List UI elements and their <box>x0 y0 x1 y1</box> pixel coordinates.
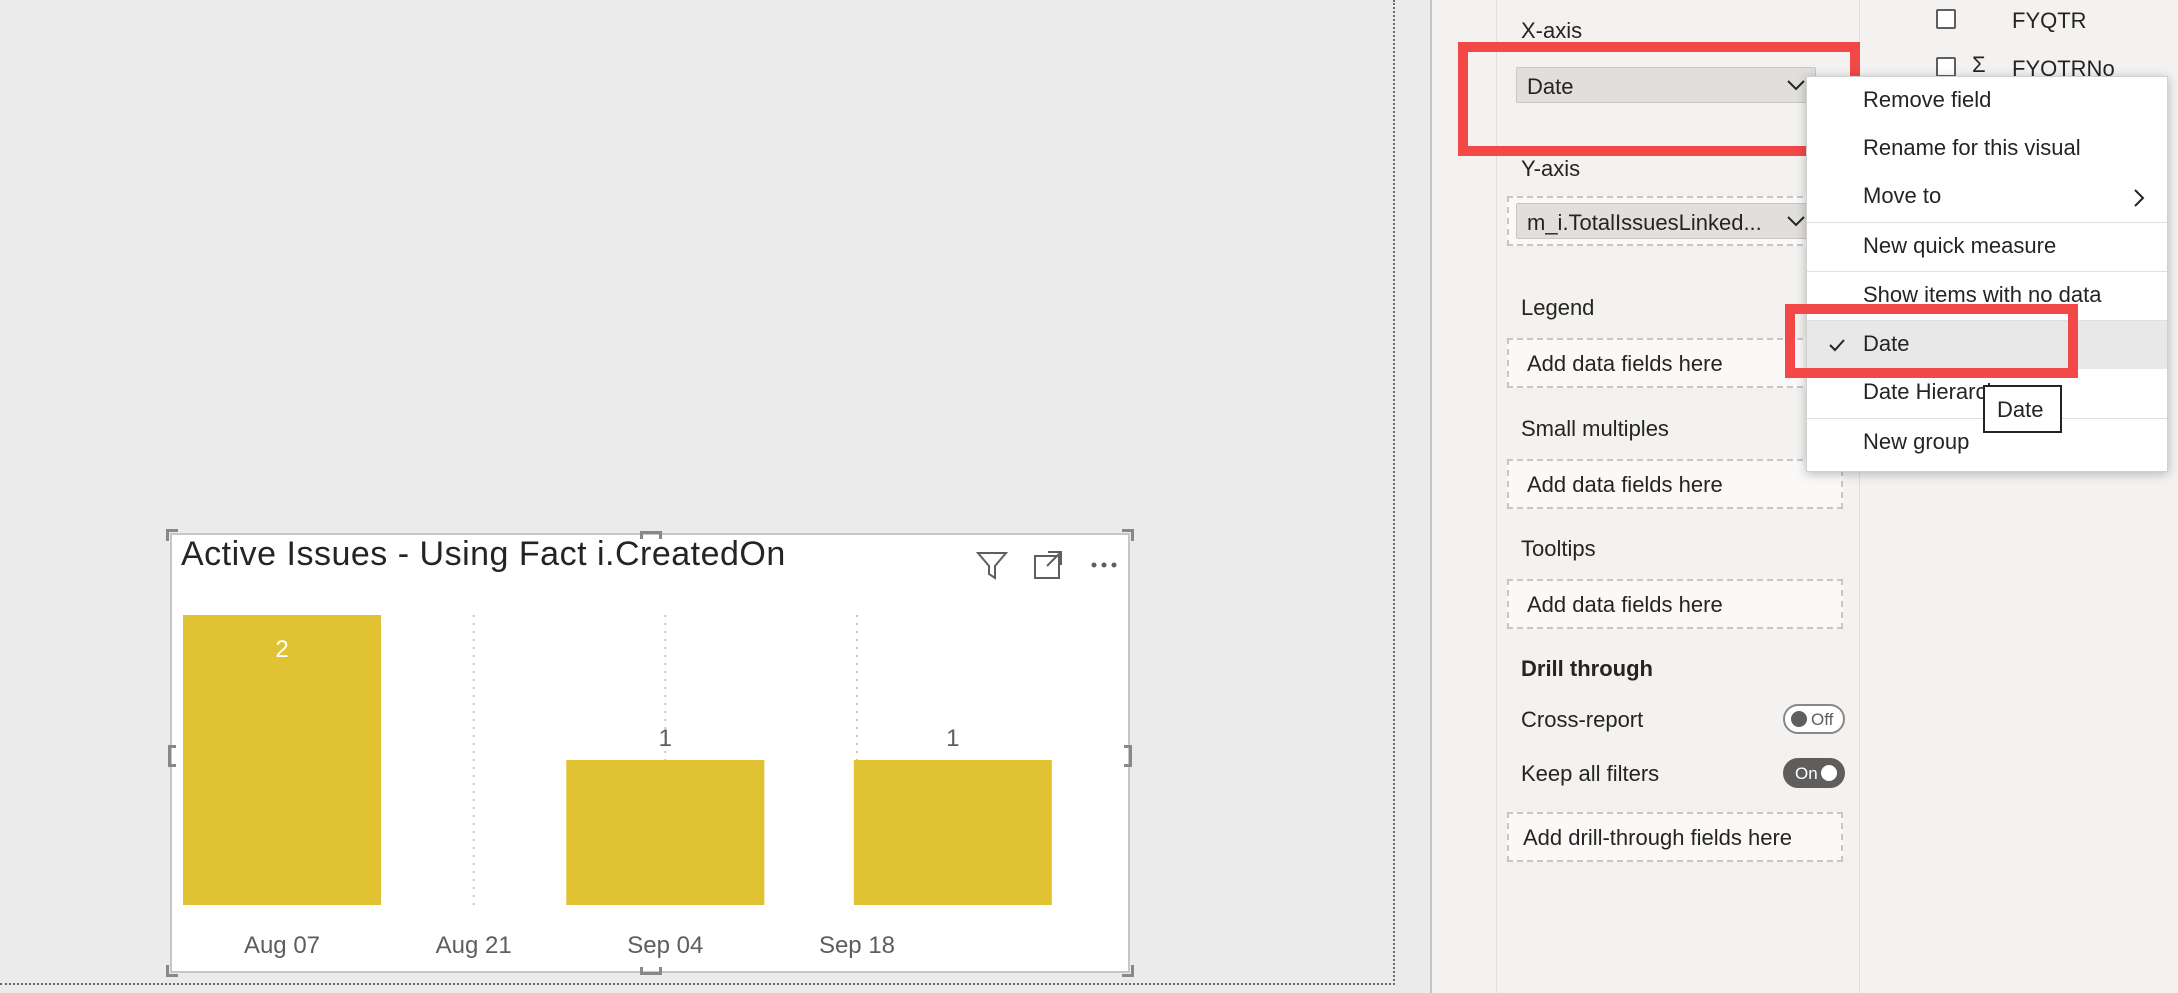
bar-chart-visual[interactable]: Active Issues - Using Fact i.CreatedOn 2… <box>166 529 1134 977</box>
chart-plot-area: 2 1 1 Aug 07 Aug 21 Sep 04 Sep 18 <box>183 615 1052 959</box>
more-options-icon[interactable] <box>1086 547 1122 583</box>
resize-handle[interactable] <box>166 529 178 541</box>
menu-item-label: New group <box>1863 429 1970 454</box>
keep-filters-toggle[interactable]: On <box>1783 758 1845 788</box>
cross-report-state: Off <box>1811 710 1834 729</box>
menu-item-label: New quick measure <box>1863 233 2057 258</box>
xaxis-label: X-axis <box>1521 18 1583 43</box>
field-item[interactable]: FYQTR <box>2012 8 2087 34</box>
small-multiples-placeholder: Add data fields here <box>1527 472 1723 497</box>
hover-tooltip: Date <box>1983 385 2062 433</box>
yaxis-label: Y-axis <box>1521 156 1581 181</box>
x-tick-label: Sep 04 <box>627 932 703 959</box>
menu-item-move-to[interactable]: Move to <box>1807 173 2167 221</box>
drill-through-heading: Drill through <box>1521 656 1653 681</box>
menu-item-label: Remove field <box>1863 87 1992 112</box>
menu-item-rename[interactable]: Rename for this visual <box>1807 125 2167 173</box>
keep-filters-state: On <box>1795 764 1818 783</box>
tooltips-label: Tooltips <box>1521 536 1596 561</box>
yaxis-field-pill[interactable]: m_i.TotalIssuesLinked... <box>1516 203 1816 239</box>
small-multiples-well[interactable]: Add data fields here <box>1507 459 1843 509</box>
small-multiples-label: Small multiples <box>1521 416 1669 441</box>
chevron-right-icon <box>2134 189 2145 207</box>
menu-item-new-quick-measure[interactable]: New quick measure <box>1807 223 2167 271</box>
x-tick-label: Sep 18 <box>819 932 895 959</box>
x-tick-label: Aug 21 <box>436 932 512 959</box>
x-tick-label: Aug 07 <box>244 932 320 959</box>
data-label: 2 <box>275 636 288 663</box>
resize-handle[interactable] <box>1122 529 1134 541</box>
bar <box>853 760 1052 905</box>
cross-report-toggle[interactable]: Off <box>1783 704 1845 734</box>
data-label: 1 <box>946 725 959 752</box>
data-label: 1 <box>659 725 672 752</box>
menu-item-remove-field[interactable]: Remove field <box>1807 77 2167 125</box>
legend-label: Legend <box>1521 295 1595 320</box>
legend-placeholder: Add data fields here <box>1527 351 1723 376</box>
chevron-down-icon[interactable] <box>1785 210 1807 232</box>
tooltips-placeholder: Add data fields here <box>1527 592 1723 617</box>
field-checkbox[interactable] <box>1936 9 1956 29</box>
keep-filters-label: Keep all filters <box>1521 761 1660 786</box>
toggle-knob <box>1791 711 1807 727</box>
visual-title: Active Issues - Using Fact i.CreatedOn <box>181 535 786 573</box>
highlight-box <box>1785 304 2078 378</box>
field-checkbox[interactable] <box>1936 57 1956 77</box>
toggle-knob <box>1821 765 1837 781</box>
tooltip-text: Date <box>1997 397 2044 422</box>
drill-through-well[interactable]: Add drill-through fields here <box>1507 812 1843 862</box>
cross-report-label: Cross-report <box>1521 707 1644 732</box>
tooltips-well[interactable]: Add data fields here <box>1507 579 1843 629</box>
focus-mode-icon[interactable] <box>1030 547 1066 583</box>
sigma-icon: Σ <box>1972 52 1986 77</box>
menu-item-label: Rename for this visual <box>1863 135 2081 160</box>
drill-through-placeholder: Add drill-through fields here <box>1523 825 1793 850</box>
bar <box>566 760 765 905</box>
yaxis-well[interactable]: m_i.TotalIssuesLinked... <box>1507 196 1843 246</box>
highlight-box <box>1458 42 1860 156</box>
filter-icon[interactable] <box>974 547 1010 583</box>
menu-item-label: Move to <box>1863 183 1942 208</box>
yaxis-field-name: m_i.TotalIssuesLinked... <box>1527 210 1762 235</box>
